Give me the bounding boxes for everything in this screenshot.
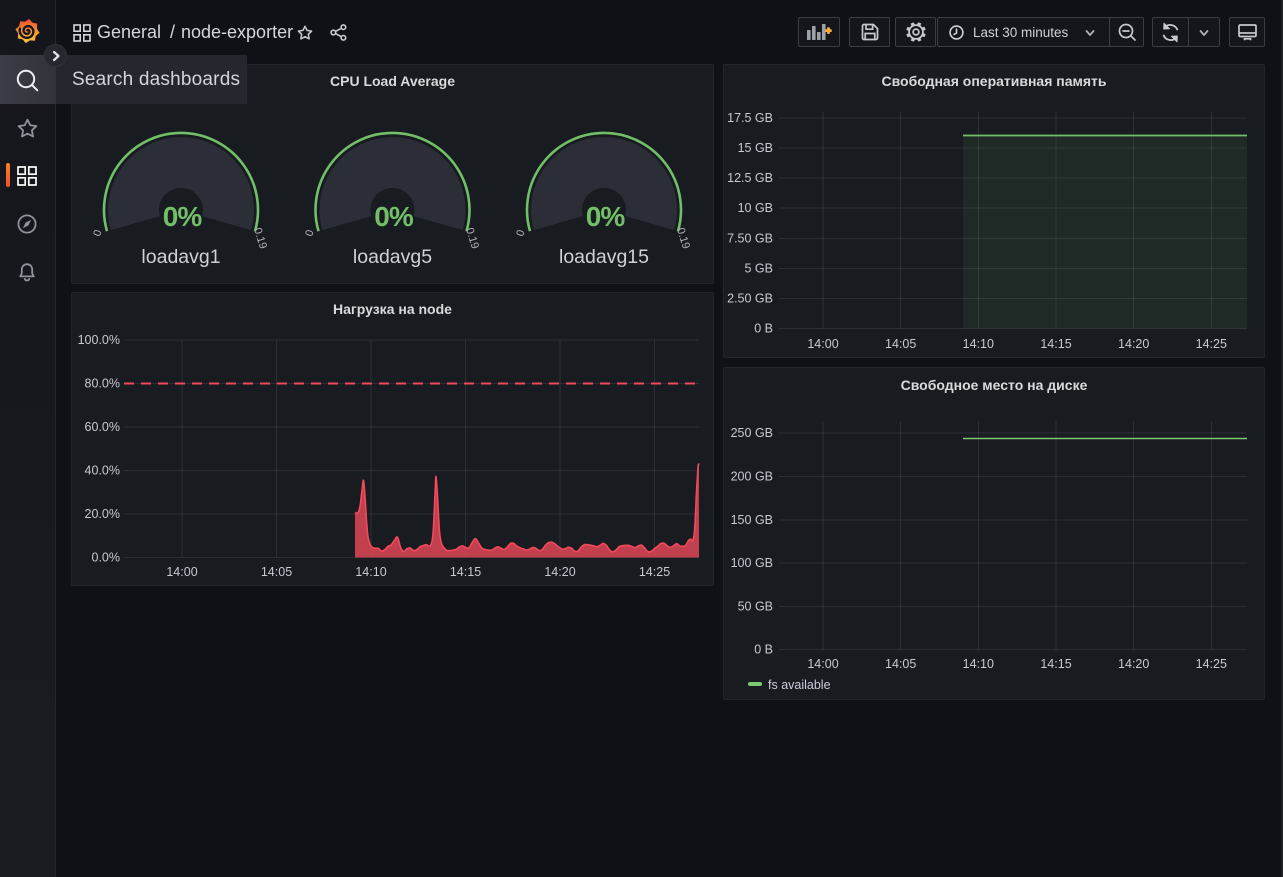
svg-text:fs available: fs available bbox=[768, 678, 831, 692]
svg-text:50 GB: 50 GB bbox=[738, 600, 773, 614]
svg-text:14:00: 14:00 bbox=[807, 657, 838, 671]
svg-text:0 B: 0 B bbox=[754, 643, 773, 657]
svg-text:150 GB: 150 GB bbox=[731, 513, 773, 527]
svg-text:250 GB: 250 GB bbox=[731, 426, 773, 440]
svg-text:14:10: 14:10 bbox=[963, 657, 994, 671]
svg-text:14:05: 14:05 bbox=[885, 657, 916, 671]
svg-text:100 GB: 100 GB bbox=[731, 556, 773, 570]
svg-text:14:25: 14:25 bbox=[1196, 657, 1227, 671]
svg-text:200 GB: 200 GB bbox=[731, 470, 773, 484]
svg-text:14:15: 14:15 bbox=[1040, 657, 1071, 671]
svg-text:14:20: 14:20 bbox=[1118, 657, 1149, 671]
